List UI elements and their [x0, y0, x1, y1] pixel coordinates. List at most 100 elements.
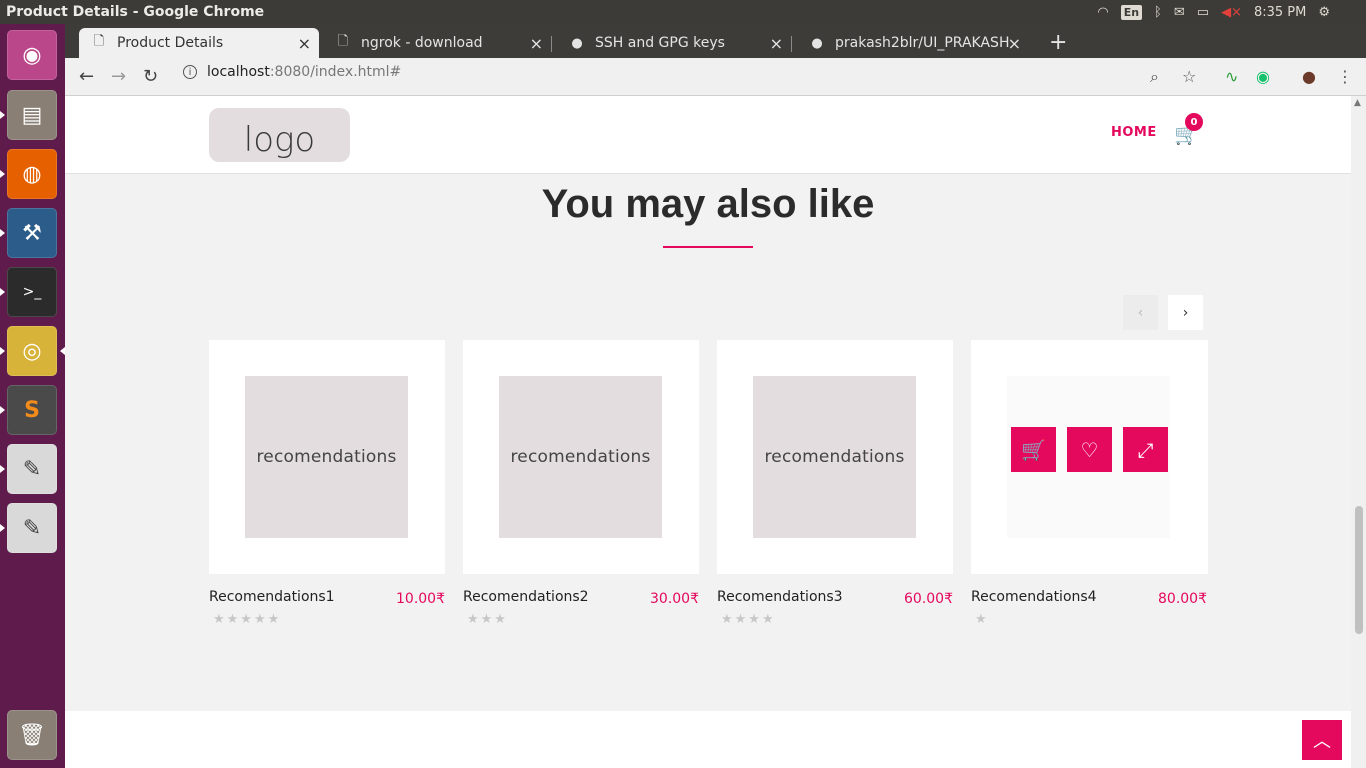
nav-home-link[interactable]: HOME: [1111, 125, 1157, 140]
product-rating-stars: ★★★: [467, 612, 508, 627]
sublime-text-icon[interactable]: S: [7, 385, 57, 435]
tab-separator: [791, 36, 792, 52]
scroll-up-arrow-icon[interactable]: ▲: [1354, 98, 1361, 108]
github-icon: ●: [811, 35, 823, 51]
page-scrollbar[interactable]: ▲: [1351, 96, 1366, 768]
site-info-icon[interactable]: i: [183, 65, 197, 79]
keyboard-layout-indicator[interactable]: En: [1120, 4, 1143, 20]
firefox-icon[interactable]: ◍: [7, 149, 57, 199]
mail-icon[interactable]: ✉: [1174, 5, 1185, 20]
close-tab-icon[interactable]: ×: [770, 34, 783, 53]
heart-icon: ♡: [1080, 437, 1099, 462]
system-tray: ◠ En ᛒ ✉ ▭ ◀× 8:35 PM ⚙: [1097, 4, 1366, 20]
back-icon[interactable]: ←: [79, 66, 94, 87]
power-icon[interactable]: ⚙: [1318, 5, 1330, 20]
tab-github-repo[interactable]: ● prakash2blr/UI_PRAKASH ×: [797, 28, 1029, 58]
terminal-icon[interactable]: >_: [7, 267, 57, 317]
product-card[interactable]: recomendations: [463, 340, 699, 574]
running-indicator: [0, 347, 5, 355]
clock[interactable]: 8:35 PM: [1254, 5, 1306, 20]
product-card[interactable]: recomendations: [717, 340, 953, 574]
scrollbar-thumb[interactable]: [1355, 506, 1363, 634]
bookmark-star-icon[interactable]: ☆: [1182, 67, 1196, 86]
product-price: 10.00₹: [396, 591, 445, 607]
title-underline: [663, 246, 753, 248]
product-card[interactable]: recomendations: [209, 340, 445, 574]
chrome-menu-icon[interactable]: ⋮: [1337, 67, 1353, 86]
text-editor-icon[interactable]: ✎: [7, 444, 57, 494]
page-icon: 🗋: [337, 34, 349, 49]
site-header: logo HOME 🛒 0: [65, 96, 1351, 174]
profile-avatar-icon[interactable]: ●: [1302, 67, 1316, 86]
running-indicator: [0, 524, 5, 532]
add-to-cart-button[interactable]: 🛒: [1011, 427, 1056, 472]
new-tab-icon[interactable]: +: [1049, 30, 1067, 55]
tab-ngrok[interactable]: 🗋 ngrok - download ×: [323, 28, 551, 58]
trash-icon[interactable]: 🗑: [7, 710, 57, 760]
section-title: You may also like: [541, 182, 875, 226]
running-indicator: [0, 465, 5, 473]
running-indicator: [0, 406, 5, 414]
volume-muted-icon[interactable]: ◀×: [1221, 5, 1242, 20]
running-indicator: [0, 170, 5, 178]
product-image-placeholder[interactable]: recomendations: [245, 376, 408, 538]
chrome-icon[interactable]: ◎: [7, 326, 57, 376]
scroll-to-top-button[interactable]: ︿: [1302, 720, 1342, 760]
close-tab-icon[interactable]: ×: [530, 34, 543, 53]
battery-icon[interactable]: ▭: [1197, 5, 1209, 20]
page-icon: 🗋: [93, 34, 105, 49]
browser-toolbar: ← → ↻ i localhost:8080/index.html# ⌕ ☆ ∿…: [65, 58, 1366, 96]
tab-label: prakash2blr/UI_PRAKASH: [835, 35, 1009, 51]
running-indicator: [0, 229, 5, 237]
product-card-hovered[interactable]: recomendations 🛒 ♡ ⤢: [971, 340, 1208, 574]
product-name[interactable]: Recomendations1: [209, 589, 335, 605]
address-bar[interactable]: i localhost:8080/index.html#: [183, 64, 401, 80]
text-editor-icon-2[interactable]: ✎: [7, 503, 57, 553]
mysql-workbench-icon[interactable]: ⚒: [7, 208, 57, 258]
product-rating-stars: ★★★★★: [213, 612, 282, 627]
product-name[interactable]: Recomendations3: [717, 589, 843, 605]
tab-strip: 🗋 Product Details × 🗋 ngrok - download ×…: [65, 24, 1366, 58]
product-name[interactable]: Recomendations4: [971, 589, 1097, 605]
carousel-next-button[interactable]: ›: [1168, 295, 1203, 330]
chevron-up-icon: ︿: [1313, 731, 1331, 752]
forward-icon[interactable]: →: [111, 66, 126, 87]
tab-label: ngrok - download: [361, 35, 483, 51]
url-path: :8080/index.html#: [269, 64, 402, 80]
running-indicator: [0, 288, 5, 296]
tab-ssh-gpg-keys[interactable]: ● SSH and GPG keys ×: [557, 28, 791, 58]
footer-band: [65, 711, 1351, 768]
cart-count-badge: 0: [1185, 113, 1203, 131]
tab-product-details[interactable]: 🗋 Product Details ×: [79, 28, 319, 58]
product-rating-stars: ★: [975, 612, 989, 627]
site-logo[interactable]: logo: [209, 108, 350, 162]
page-viewport: logo HOME 🛒 0 You may also like ‹ › reco…: [65, 96, 1351, 768]
product-rating-stars: ★★★★: [721, 612, 776, 627]
zoom-icon[interactable]: ⌕: [1150, 67, 1159, 87]
running-indicator: [0, 111, 5, 119]
product-name[interactable]: Recomendations2: [463, 589, 589, 605]
github-icon: ●: [571, 35, 583, 51]
carousel-prev-button[interactable]: ‹: [1123, 295, 1158, 330]
grammarly-icon[interactable]: ◉: [1256, 67, 1270, 86]
close-tab-icon[interactable]: ×: [1008, 34, 1021, 53]
files-icon[interactable]: ▤: [7, 90, 57, 140]
tab-label: SSH and GPG keys: [595, 35, 725, 51]
reload-icon[interactable]: ↻: [143, 66, 158, 87]
tab-label: Product Details: [117, 35, 224, 51]
product-actions: 🛒 ♡ ⤢: [1011, 427, 1168, 472]
cart-icon: 🛒: [1021, 437, 1046, 462]
close-tab-icon[interactable]: ×: [298, 34, 311, 53]
wifi-icon[interactable]: ◠: [1097, 5, 1108, 20]
url-host: localhost: [207, 64, 270, 80]
tab-separator: [551, 36, 552, 52]
expand-icon: ⤢: [1137, 437, 1154, 462]
bluetooth-icon[interactable]: ᛒ: [1154, 5, 1162, 20]
quick-view-button[interactable]: ⤢: [1123, 427, 1168, 472]
product-image-placeholder[interactable]: recomendations: [753, 376, 916, 538]
wishlist-button[interactable]: ♡: [1067, 427, 1112, 472]
ubuntu-launcher: ◉ ▤ ◍ ⚒ >_ ◎ S ✎ ✎ 🗑: [0, 24, 65, 768]
extension-activity-icon[interactable]: ∿: [1225, 67, 1238, 86]
product-image-placeholder[interactable]: recomendations: [499, 376, 662, 538]
ubuntu-dash-icon[interactable]: ◉: [7, 30, 57, 80]
